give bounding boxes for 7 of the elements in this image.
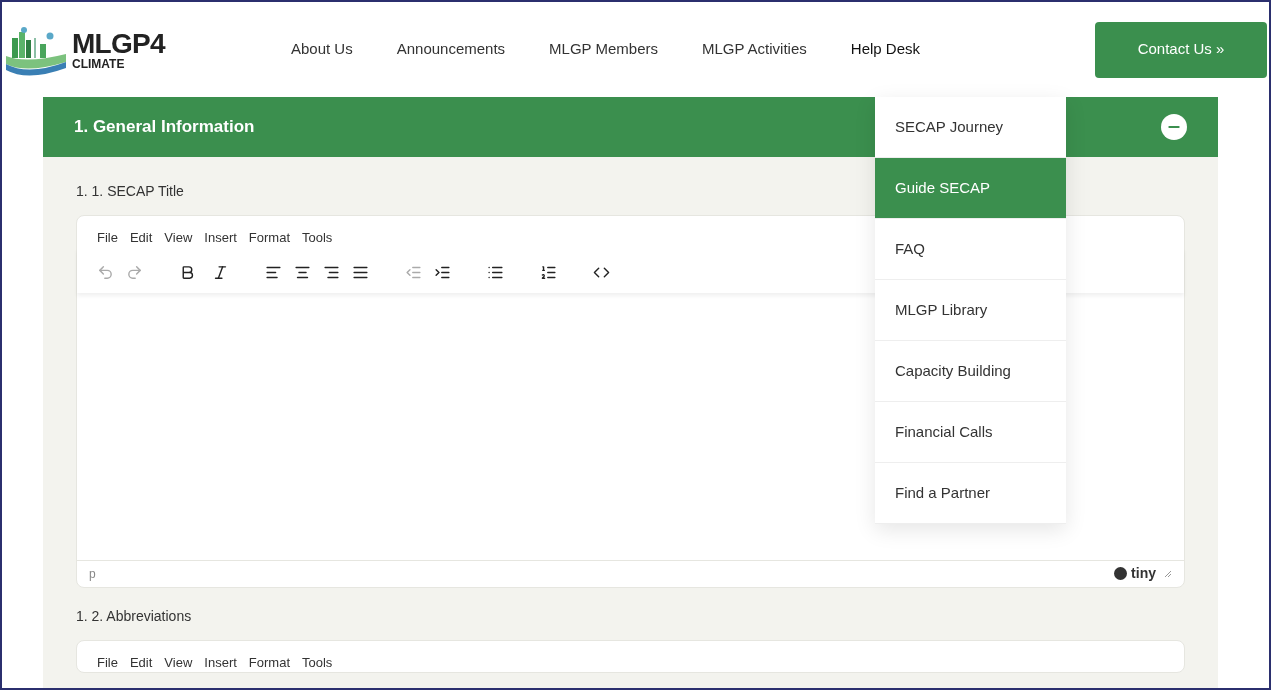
- tiny-brand: tiny: [1131, 564, 1156, 583]
- element-path: p: [89, 565, 96, 583]
- logo-subtitle: CLIMATE: [72, 57, 126, 70]
- field-label: 1. 1. SECAP Title: [76, 183, 184, 199]
- field-label: 1. 2. Abbreviations: [76, 607, 192, 624]
- section-title: 1. General Information: [74, 116, 255, 139]
- logo-title: MLGP4: [72, 29, 165, 58]
